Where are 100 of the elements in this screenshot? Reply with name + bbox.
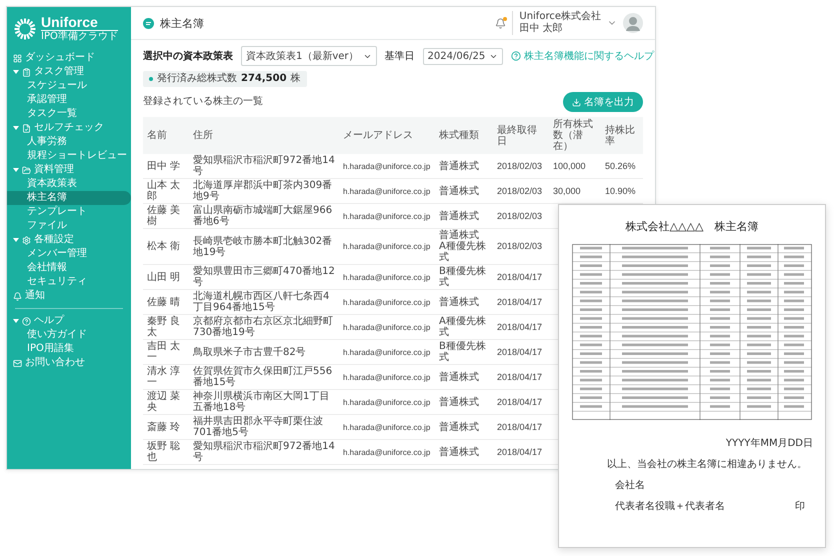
file-check-icon (22, 124, 31, 132)
total-shares-badge: 発行済み総株式数 274,500 株 (143, 71, 307, 87)
table-cell: 斎藤 玲 (143, 414, 189, 440)
table-cell: 愛知県稲沢市稲沢町972番地14号 (189, 440, 339, 464)
table-cell: 2018/04/17 (493, 290, 549, 314)
table-cell: h.harada@uniforce.co.jp (339, 414, 435, 440)
notification-button[interactable] (495, 18, 506, 28)
table-cell: 山田 明 (143, 264, 189, 290)
date-select[interactable]: 2024/06/25 (422, 48, 504, 64)
caret-down-icon (13, 126, 19, 130)
table-cell: h.harada@uniforce.co.jp (339, 390, 435, 414)
column-header: 最終取得日 (493, 117, 549, 154)
table-cell: 清水 淳一 (143, 364, 189, 390)
table-cell: h.harada@uniforce.co.jp (339, 364, 435, 390)
table-cell: 坂野 聡也 (143, 440, 189, 464)
table-cell: A種優先株式 (435, 314, 493, 340)
export-button[interactable]: 名簿を出力 (563, 92, 643, 112)
sidebar-item[interactable]: 資本政策表 (7, 177, 125, 191)
document-title: 株式会社△△△△ 株主名簿 (626, 219, 758, 234)
table-cell: 2018/02/03 (493, 228, 549, 264)
table-cell: 普通株式 (435, 204, 493, 228)
table-cell: 2018/04/17 (493, 390, 549, 414)
sidebar-item[interactable]: 会社情報 (7, 261, 125, 275)
column-header: 株式種類 (435, 117, 493, 154)
table-cell: 秦野 良太 (143, 314, 189, 340)
table-cell: B種優先株式 (435, 264, 493, 290)
sidebar-group[interactable]: ヘルプ (7, 314, 125, 328)
sidebar-item[interactable]: ファイル (7, 219, 125, 233)
sidebar-item[interactable]: 規程ショートレビュー (7, 149, 125, 163)
company-name-label: 会社名 (614, 478, 646, 492)
help-link[interactable]: 株主名簿機能に関するヘルプ (511, 49, 654, 63)
sidebar-item[interactable]: 承認管理 (7, 93, 125, 107)
table-cell: 100,000 (549, 154, 601, 178)
sidebar-group[interactable]: タスク管理 (7, 65, 125, 79)
sidebar-item[interactable]: 通知 (7, 289, 125, 303)
sidebar-item[interactable]: テンプレート (7, 205, 125, 219)
table-cell: 2018/02/03 (493, 154, 549, 178)
plan-label: 選択中の資本政策表 (143, 50, 233, 63)
table-cell: 2018/04/17 (493, 414, 549, 440)
table-cell: h.harada@uniforce.co.jp (339, 314, 435, 340)
sidebar-group[interactable]: 各種設定 (7, 233, 125, 247)
column-header: 所有株式数（潜在） (549, 117, 601, 154)
table-cell: h.harada@uniforce.co.jp (339, 340, 435, 364)
column-header: 持株比率 (601, 117, 643, 154)
table-cell: 2018/04/17 (493, 340, 549, 364)
settings-icon (22, 236, 31, 244)
sidebar-item[interactable]: IPO用語集 (7, 342, 125, 356)
sidebar-item[interactable]: メンバー管理 (7, 247, 125, 261)
table-cell: h.harada@uniforce.co.jp (339, 154, 435, 178)
table-cell: 北海道札幌市西区八軒七条西4丁目964番地15号 (189, 290, 339, 314)
table-cell: 2018/02/03 (493, 204, 549, 228)
sidebar-item[interactable]: セキュリティ (7, 275, 125, 289)
document-date: YYYY年MM月DD日 (726, 437, 813, 450)
sidebar-item[interactable]: 使い方ガイド (7, 328, 125, 342)
table-cell: 2018/04/17 (493, 440, 549, 464)
folder-icon (22, 166, 31, 174)
table-cell: 山本 太郎 (143, 178, 189, 204)
sidebar-item[interactable]: タスク一覧 (7, 107, 125, 121)
table-cell: 田中 学 (143, 154, 189, 178)
logo-icon (13, 17, 37, 41)
caret-down-icon (13, 70, 19, 74)
logo-tagline: IPO準備クラウド (41, 31, 118, 43)
table-cell: 鳥取県米子市古豊千82号 (189, 340, 339, 364)
table-cell: 普通株式 (435, 364, 493, 390)
caret-down-icon (13, 168, 19, 172)
table-cell: 神奈川県横浜市南区大岡1丁目五番地18号 (189, 390, 339, 414)
sidebar-item[interactable]: 人事労務 (7, 135, 125, 149)
sidebar-group[interactable]: 資料管理 (7, 163, 125, 177)
table-cell: 佐藤 美樹 (143, 204, 189, 228)
caret-down-icon (13, 319, 19, 323)
table-cell: 福井県吉田郡永平寺町栗住波701番地5号 (189, 414, 339, 440)
table-cell: 2018/04/17 (493, 364, 549, 390)
sidebar-item[interactable]: お問い合わせ (7, 356, 125, 370)
caret-down-icon (13, 238, 19, 242)
column-header: 名前 (143, 117, 189, 154)
table-cell: h.harada@uniforce.co.jp (339, 264, 435, 290)
table-cell: 愛知県稲沢市稲沢町972番地14号 (189, 154, 339, 178)
table-cell: h.harada@uniforce.co.jp (339, 228, 435, 264)
mail-icon (13, 358, 22, 368)
table-cell: h.harada@uniforce.co.jp (339, 290, 435, 314)
representative-label: 代表者名役職＋代表者名 (615, 500, 725, 513)
sidebar-item[interactable]: 株主名簿 (7, 191, 131, 205)
table-cell: 普通株式 A種優先株式 (435, 228, 493, 264)
date-label: 基準日 (384, 50, 415, 63)
sidebar-item[interactable]: スケジュール (7, 79, 125, 93)
table-cell: 普通株式 (435, 390, 493, 414)
table-cell: 普通株式 (435, 178, 493, 204)
table-cell: 京都府京都市右京区京北細野町730番地19号 (189, 314, 339, 340)
plan-select[interactable]: 資本政策表1（最新ver） (241, 46, 377, 66)
sidebar-group[interactable]: セルフチェック (7, 121, 125, 135)
user-name: 田中 太郎 (519, 23, 564, 35)
table-cell: 50.26% (601, 154, 643, 178)
table-cell: h.harada@uniforce.co.jp (339, 204, 435, 228)
table-cell: 佐賀県佐賀市久保田町江戸556番地15号 (189, 364, 339, 390)
table-cell: 吉田 太一 (143, 340, 189, 364)
download-icon (572, 98, 581, 106)
document-statement: 以上、当会社の株主名簿に相違ありません。 (607, 458, 808, 471)
sidebar-item[interactable]: ダッシュボード (7, 51, 125, 65)
table-cell: h.harada@uniforce.co.jp (339, 440, 435, 464)
table-cell: 2018/04/17 (493, 314, 549, 340)
